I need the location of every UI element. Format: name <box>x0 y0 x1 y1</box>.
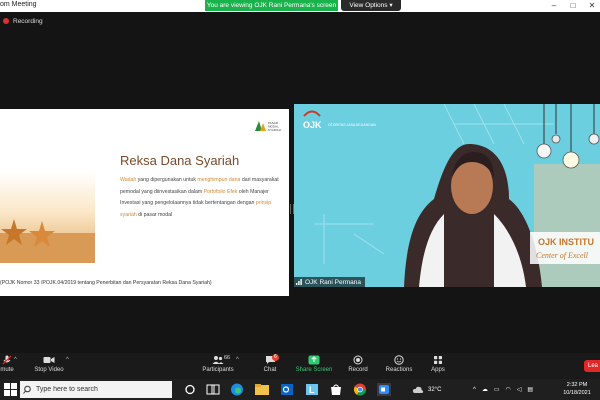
edge-browser-icon[interactable] <box>229 382 245 397</box>
chat-unread-badge: 6 <box>272 354 279 361</box>
chevron-up-icon[interactable]: ^ <box>14 357 17 363</box>
smiley-icon <box>394 355 404 365</box>
slide-body-part: menghimpun dana <box>197 177 241 183</box>
apps-label: Apps <box>431 367 445 373</box>
recording-label: Recording <box>13 17 43 25</box>
recording-icon <box>3 18 9 24</box>
chevron-up-icon[interactable]: ^ <box>473 387 476 393</box>
ojk-institute-text: OJK INSTITU <box>538 237 594 247</box>
recording-indicator[interactable]: Recording <box>3 16 43 26</box>
onedrive-icon[interactable]: ☁ <box>482 386 488 393</box>
participant-name: OJK Rani Permana <box>305 278 361 286</box>
chrome-icon[interactable] <box>352 382 368 397</box>
pasar-modal-syariah-logo: PASAR MODAL SYARIAH <box>255 121 281 132</box>
leave-button[interactable]: Lea <box>584 360 600 372</box>
view-options-button[interactable]: View Options ▾ <box>341 0 401 11</box>
file-explorer-icon[interactable] <box>254 382 270 397</box>
microphone-muted-icon <box>2 355 12 365</box>
chevron-up-icon[interactable]: ^ <box>236 357 239 363</box>
svg-text:L: L <box>309 385 315 395</box>
keyboard-icon[interactable]: ▤ <box>527 386 533 393</box>
taskbar-search[interactable] <box>20 381 172 398</box>
slide-body-part: di pasar modal <box>136 212 173 219</box>
system-tray-icons: ^ ☁ ▭ ◠ ◁ ▤ <box>473 379 533 400</box>
center-of-excellence-text: Center of Excell <box>536 251 589 260</box>
slide-body-part: yang dipergunakan untuk <box>136 177 198 183</box>
clock-date: 10/18/2021 <box>563 390 591 396</box>
starfish-beach-image <box>0 171 95 263</box>
screen-share-banner: You are viewing OJK Rani Permana's scree… <box>205 0 338 11</box>
store-icon[interactable] <box>328 382 344 397</box>
participants-label: Participants <box>202 367 234 373</box>
apps-button[interactable]: Apps <box>428 355 448 373</box>
chat-label: Chat <box>263 367 277 373</box>
svg-text:SYARIAH: SYARIAH <box>268 128 281 132</box>
volume-icon[interactable]: ◁ <box>517 386 522 393</box>
participants-icon <box>212 356 224 364</box>
taskbar-clock[interactable]: 2:32 PM 10/18/2021 <box>560 381 594 397</box>
participants-button[interactable]: Participants <box>200 355 236 373</box>
meeting-toolbar: mute ^ Stop Video ^ Participants 66 ^ Ch… <box>0 353 600 379</box>
l-app-icon[interactable]: L <box>304 382 320 397</box>
wifi-icon[interactable]: ◠ <box>506 386 511 393</box>
shared-screen-slide: PASAR MODAL SYARIAH Reksa Dana Syariah W… <box>0 109 289 296</box>
slide-body-text: Wadah yang dipergunakan untuk menghimpun… <box>120 175 286 222</box>
stop-video-button[interactable]: Stop Video <box>32 355 66 373</box>
share-screen-label: Share Screen <box>295 367 333 373</box>
participants-count: 66 <box>224 355 231 361</box>
record-icon <box>353 355 363 365</box>
zoom-app-icon[interactable] <box>376 382 392 397</box>
video-frame: OJK INSTITU Center of Excell OJK OTORITA… <box>294 104 600 287</box>
slide-title: Reksa Dana Syariah <box>120 153 240 168</box>
view-options-label: View Options <box>349 2 388 9</box>
connection-bars-icon <box>296 279 302 285</box>
apps-icon <box>434 356 442 364</box>
weather-temp: 32°C <box>428 386 442 393</box>
cloud-icon <box>412 386 424 393</box>
ojk-tagline: OTORITAS JASA KEUANGAN <box>328 123 376 127</box>
reactions-label: Reactions <box>385 367 413 373</box>
participant-video: OJK INSTITU Center of Excell OJK OTORITA… <box>294 104 600 287</box>
clock-time: 2:32 PM <box>566 382 588 388</box>
outlook-icon[interactable] <box>279 382 295 397</box>
chevron-up-icon[interactable]: ^ <box>66 357 69 363</box>
participant-name-label: OJK Rani Permana <box>294 277 365 287</box>
share-screen-icon <box>308 355 320 365</box>
mute-button[interactable]: mute <box>0 355 22 373</box>
windows-start-icon[interactable] <box>4 383 17 396</box>
slide-body-part: Wadah <box>120 177 137 183</box>
close-icon[interactable]: ✕ <box>584 0 600 12</box>
battery-icon[interactable]: ▭ <box>494 386 500 393</box>
slide-footnote: (POJK Nomor 33 /POJK.04/2019 tentang Pen… <box>0 280 212 286</box>
ojk-logo-text: OJK <box>303 120 322 130</box>
record-button[interactable]: Record <box>345 355 371 373</box>
reactions-button[interactable]: Reactions <box>384 355 414 373</box>
mute-label: mute <box>0 367 14 373</box>
slide-body-part: Portofolio Efek <box>203 188 238 195</box>
windows-taskbar: L 32°C ^ ☁ ▭ ◠ ◁ ▤ 2:32 PM 10/18/2021 <box>0 379 600 400</box>
stop-video-label: Stop Video <box>34 367 64 373</box>
maximize-icon[interactable]: □ <box>565 0 581 12</box>
search-input[interactable] <box>36 386 166 393</box>
cortana-icon[interactable] <box>182 382 198 397</box>
share-screen-button[interactable]: Share Screen <box>294 355 334 373</box>
task-view-icon[interactable] <box>205 382 221 397</box>
record-label: Record <box>348 367 368 373</box>
chevron-down-icon: ▾ <box>389 2 393 9</box>
minimize-icon[interactable]: – <box>546 0 562 12</box>
search-icon <box>23 385 31 394</box>
weather-widget[interactable]: 32°C <box>412 379 441 400</box>
window-title: om Meeting <box>0 1 37 8</box>
video-camera-icon <box>43 357 55 363</box>
